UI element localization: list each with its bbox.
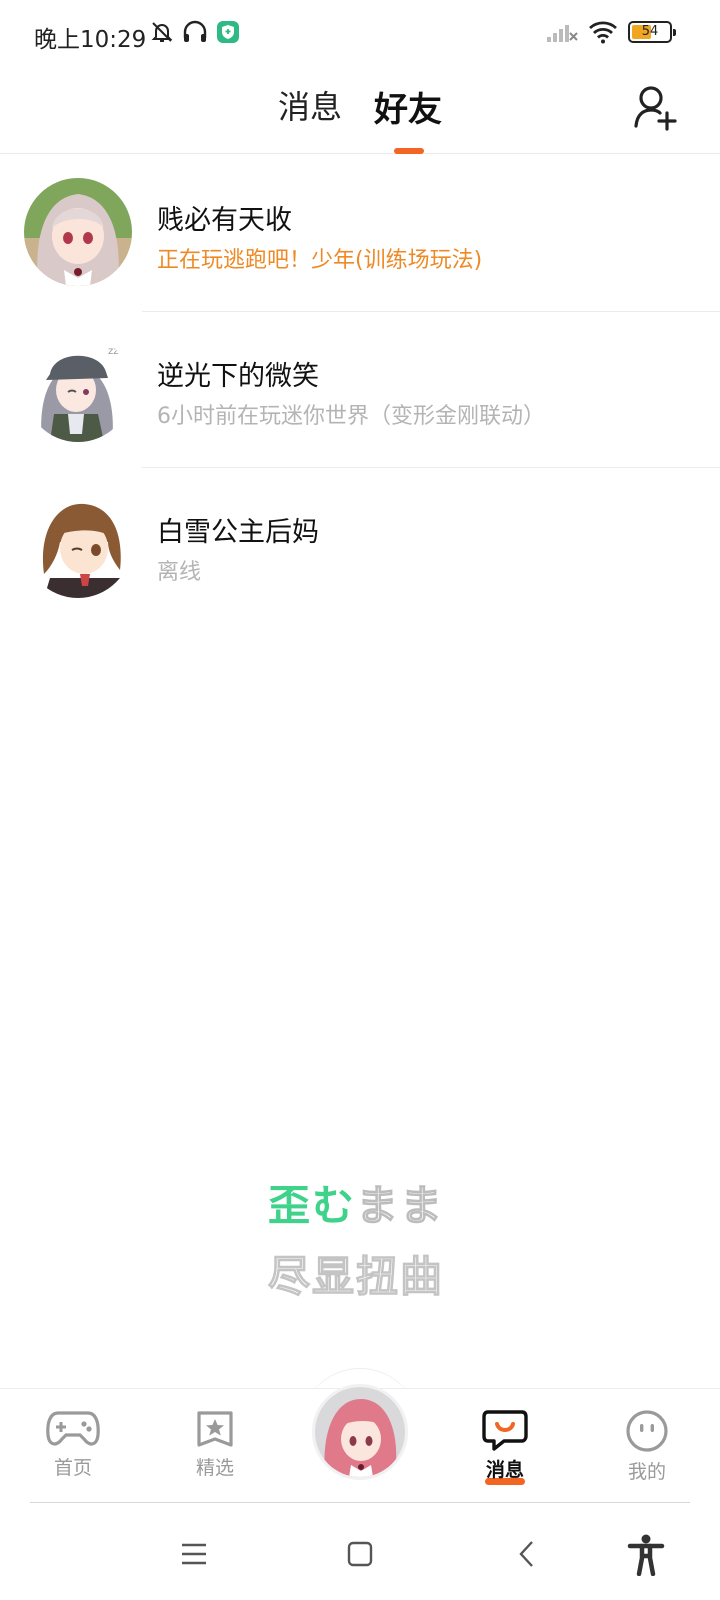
friend-avatar[interactable]: [24, 490, 132, 598]
star-bookmark-icon: [197, 1411, 233, 1447]
wifi-icon: [589, 21, 617, 44]
nav-messages[interactable]: 消息: [460, 1409, 550, 1485]
friend-item[interactable]: 白雪公主后妈 离线: [0, 468, 720, 624]
friend-status: 正在玩逃跑吧！少年(训练场玩法): [157, 248, 483, 273]
friend-status: 离线: [157, 560, 202, 585]
watermark-line1: 歪む まま: [268, 1172, 458, 1233]
nav-featured[interactable]: 精选: [170, 1409, 260, 1480]
signal-icon: [547, 25, 578, 42]
home-square-icon[interactable]: [338, 1532, 382, 1576]
tab-messages[interactable]: 消息: [278, 82, 342, 128]
back-icon[interactable]: [506, 1532, 550, 1576]
bell-muted-icon: [151, 22, 173, 42]
top-tab-bar: 消息 好友: [0, 70, 720, 154]
system-nav-bar: [0, 1510, 720, 1600]
friend-list: 贱必有天收 正在玩逃跑吧！少年(训练场玩法) zz 逆光下的微笑 6小时前在玩迷…: [0, 156, 720, 624]
menu-icon[interactable]: [172, 1532, 216, 1576]
accessibility-icon[interactable]: [624, 1532, 668, 1576]
nav-mine[interactable]: 我的: [602, 1409, 692, 1484]
watermark-line2: 尽显扭曲: [267, 1251, 445, 1301]
battery-level: 54: [641, 24, 659, 39]
nav-center-avatar[interactable]: [312, 1384, 408, 1480]
divider: [30, 1502, 690, 1503]
friend-item[interactable]: zz 逆光下的微笑 6小时前在玩迷你世界（变形金刚联动）: [0, 312, 720, 468]
nav-label: 消息: [485, 1459, 524, 1481]
status-time: 晚上10:29: [34, 27, 147, 53]
nav-label: 精选: [195, 1457, 234, 1479]
friend-name: 逆光下的微笑: [157, 361, 319, 392]
friend-status: 6小时前在玩迷你世界（变形金刚联动）: [157, 404, 545, 429]
svg-text:zz: zz: [108, 346, 119, 357]
nav-label: 我的: [627, 1461, 666, 1483]
battery-icon: 54: [628, 21, 676, 43]
status-bar: 晚上10:29 54: [0, 0, 720, 70]
gamepad-icon: [46, 1411, 100, 1446]
friend-name: 贱必有天收: [157, 205, 292, 236]
watermark-colored-text: 歪む: [268, 1181, 357, 1230]
chat-bubble-icon: [482, 1410, 528, 1451]
nav-home[interactable]: 首页: [28, 1409, 118, 1480]
friend-avatar[interactable]: [24, 178, 132, 286]
friend-avatar[interactable]: zz: [24, 334, 132, 442]
nav-label: 首页: [53, 1457, 92, 1479]
face-icon: [626, 1410, 668, 1452]
shield-app-icon: [217, 21, 239, 43]
friend-item[interactable]: 贱必有天收 正在玩逃跑吧！少年(训练场玩法): [0, 156, 720, 312]
watermark: 歪む まま 尽显扭曲: [267, 1172, 458, 1304]
add-friend-icon[interactable]: [630, 82, 680, 132]
watermark-outline-text: まま: [355, 1180, 445, 1230]
status-icons-left: [150, 20, 240, 44]
headphones-icon: [183, 20, 207, 42]
active-tab-indicator: [394, 148, 424, 154]
status-icons-right: 54: [546, 20, 676, 44]
friend-name: 白雪公主后妈: [157, 517, 319, 548]
tab-friends[interactable]: 好友: [374, 82, 442, 131]
